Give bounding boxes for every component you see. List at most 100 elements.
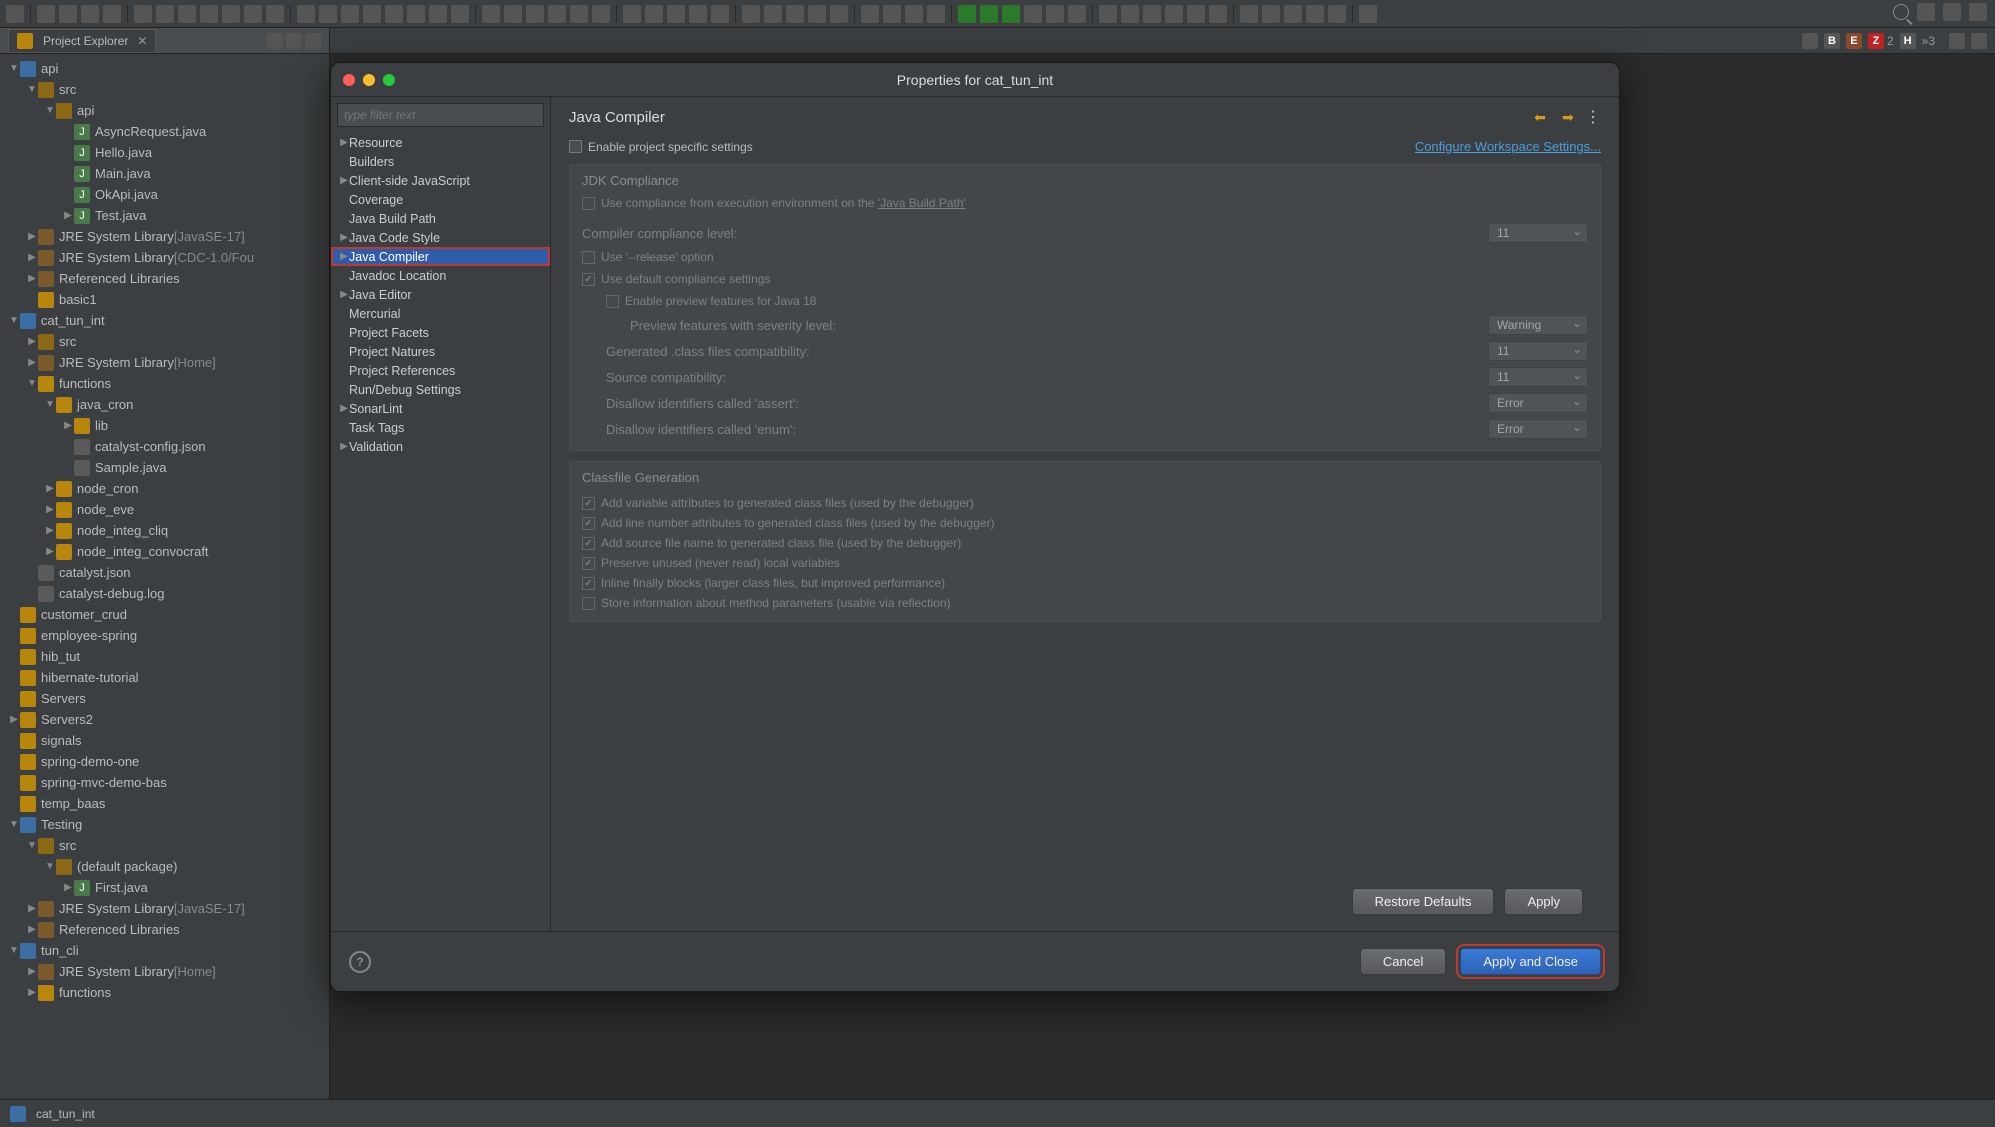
- expand-arrow-icon[interactable]: [26, 273, 38, 284]
- expand-arrow-icon[interactable]: [339, 232, 349, 243]
- tree-row[interactable]: customer_crud: [0, 604, 329, 625]
- toolbar-icon[interactable]: [1240, 5, 1258, 23]
- tree-row[interactable]: JRE System Library [JavaSE-17]: [0, 226, 329, 247]
- enable-project-specific-row[interactable]: Enable project specific settings: [569, 140, 753, 154]
- toolbar-icon[interactable]: [1917, 3, 1935, 21]
- toolbar-icon[interactable]: [764, 5, 782, 23]
- toolbar-icon[interactable]: [37, 5, 55, 23]
- tree-row[interactable]: Testing: [0, 814, 329, 835]
- max-icon[interactable]: [1971, 33, 1987, 49]
- toolbar-icon[interactable]: [341, 5, 359, 23]
- expand-arrow-icon[interactable]: [44, 525, 56, 536]
- toolbar-icon[interactable]: [482, 5, 500, 23]
- category-row[interactable]: Mercurial: [331, 304, 550, 323]
- toolbar-icon[interactable]: [200, 5, 218, 23]
- tree-row[interactable]: Main.java: [0, 163, 329, 184]
- tree-row[interactable]: api: [0, 100, 329, 121]
- toolbar-icon[interactable]: [1121, 5, 1139, 23]
- tree-row[interactable]: functions: [0, 373, 329, 394]
- tree-row[interactable]: tun_cli: [0, 940, 329, 961]
- tree-row[interactable]: JRE System Library [CDC-1.0/Fou: [0, 247, 329, 268]
- tree-row[interactable]: Servers2: [0, 709, 329, 730]
- expand-arrow-icon[interactable]: [26, 987, 38, 998]
- search-icon[interactable]: [1893, 4, 1909, 20]
- expand-arrow-icon[interactable]: [26, 357, 38, 368]
- status-project[interactable]: cat_tun_int: [10, 1106, 95, 1122]
- run-icon[interactable]: [980, 5, 998, 23]
- toolbar-icon[interactable]: [385, 5, 403, 23]
- apply-and-close-button[interactable]: Apply and Close: [1460, 948, 1601, 975]
- expand-arrow-icon[interactable]: [26, 840, 38, 851]
- tree-row[interactable]: OkApi.java: [0, 184, 329, 205]
- toolbar-icon[interactable]: [297, 5, 315, 23]
- tree-row[interactable]: src: [0, 835, 329, 856]
- tree-row[interactable]: AsyncRequest.java: [0, 121, 329, 142]
- toolbar-icon[interactable]: [1306, 5, 1324, 23]
- toolbar-icon[interactable]: [1024, 5, 1042, 23]
- toolbar-icon[interactable]: [861, 5, 879, 23]
- toolbar-icon[interactable]: [570, 5, 588, 23]
- expand-arrow-icon[interactable]: [62, 420, 74, 431]
- expand-arrow-icon[interactable]: [44, 861, 56, 872]
- toolbar-icon[interactable]: [1969, 3, 1987, 21]
- expand-arrow-icon[interactable]: [62, 210, 74, 221]
- toolbar-icon[interactable]: [103, 5, 121, 23]
- toolbar-icon[interactable]: [1187, 5, 1205, 23]
- tree-row[interactable]: JRE System Library [JavaSE-17]: [0, 898, 329, 919]
- collapse-icon[interactable]: [267, 33, 283, 49]
- toolbar-icon[interactable]: [1284, 5, 1302, 23]
- toolbar-icon[interactable]: [1943, 3, 1961, 21]
- toolbar-icon[interactable]: [244, 5, 262, 23]
- toolbar-icon[interactable]: [1068, 5, 1086, 23]
- toolbar-icon[interactable]: [1046, 5, 1064, 23]
- expand-arrow-icon[interactable]: [26, 252, 38, 263]
- filter-input[interactable]: [337, 103, 544, 127]
- toolbar-icon[interactable]: [59, 5, 77, 23]
- min-icon[interactable]: [1949, 33, 1965, 49]
- explorer-tab[interactable]: Project Explorer ✕: [8, 29, 156, 53]
- expand-arrow-icon[interactable]: [26, 378, 38, 389]
- expand-arrow-icon[interactable]: [339, 175, 349, 186]
- tree-row[interactable]: signals: [0, 730, 329, 751]
- toolbar-icon[interactable]: [927, 5, 945, 23]
- expand-arrow-icon[interactable]: [26, 903, 38, 914]
- badge-z[interactable]: Z2: [1868, 33, 1894, 49]
- generated-compat-combo[interactable]: 11: [1488, 341, 1588, 361]
- toolbar-icon[interactable]: [266, 5, 284, 23]
- tree-row[interactable]: First.java: [0, 877, 329, 898]
- window-maximize-button[interactable]: [383, 74, 395, 86]
- category-row[interactable]: Javadoc Location: [331, 266, 550, 285]
- tree-row[interactable]: hib_tut: [0, 646, 329, 667]
- preview-severity-combo[interactable]: Warning: [1488, 315, 1588, 335]
- expand-arrow-icon[interactable]: [8, 714, 20, 725]
- restore-defaults-button[interactable]: Restore Defaults: [1352, 888, 1495, 915]
- tree-row[interactable]: JRE System Library [Home]: [0, 352, 329, 373]
- cancel-button[interactable]: Cancel: [1360, 948, 1446, 975]
- toolbar-icon[interactable]: [526, 5, 544, 23]
- toolbar-icon[interactable]: [808, 5, 826, 23]
- tree-row[interactable]: catalyst.json: [0, 562, 329, 583]
- tree-row[interactable]: JRE System Library [Home]: [0, 961, 329, 982]
- toolbar-icon[interactable]: [592, 5, 610, 23]
- expand-arrow-icon[interactable]: [26, 336, 38, 347]
- toolbar-icon[interactable]: [711, 5, 729, 23]
- toolbar-icon[interactable]: [883, 5, 901, 23]
- toolbar-icon[interactable]: [451, 5, 469, 23]
- source-compat-combo[interactable]: 11: [1488, 367, 1588, 387]
- category-row[interactable]: Project Facets: [331, 323, 550, 342]
- tree-row[interactable]: employee-spring: [0, 625, 329, 646]
- overflow-indicator[interactable]: »3: [1922, 34, 1935, 48]
- nav-menu-icon[interactable]: ⋮: [1585, 107, 1601, 127]
- expand-arrow-icon[interactable]: [8, 819, 20, 830]
- category-row[interactable]: Project Natures: [331, 342, 550, 361]
- tree-row[interactable]: spring-demo-one: [0, 751, 329, 772]
- tree-row[interactable]: node_cron: [0, 478, 329, 499]
- disallow-enum-combo[interactable]: Error: [1488, 419, 1588, 439]
- toolbar-icon[interactable]: [504, 5, 522, 23]
- expand-arrow-icon[interactable]: [26, 231, 38, 242]
- badge-h[interactable]: H: [1900, 33, 1916, 49]
- expand-arrow-icon[interactable]: [44, 399, 56, 410]
- toolbar-icon[interactable]: [645, 5, 663, 23]
- toolbar-icon[interactable]: [1802, 33, 1818, 49]
- compliance-level-combo[interactable]: 11: [1488, 223, 1588, 243]
